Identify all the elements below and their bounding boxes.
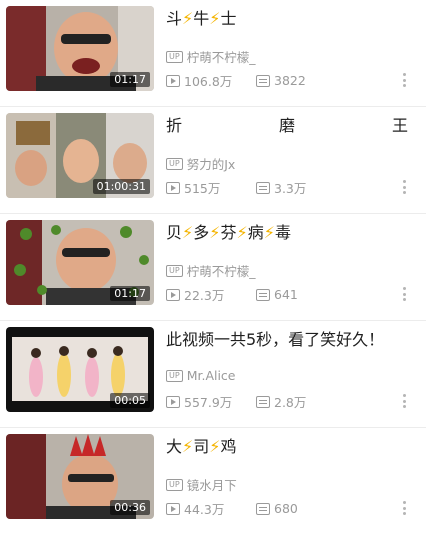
lightning-icon: ⚡ — [209, 9, 221, 28]
up-badge-icon: UP — [166, 478, 183, 491]
duration-label: 00:36 — [110, 500, 150, 515]
danmaku-icon — [256, 502, 270, 515]
play-count-icon — [166, 288, 180, 301]
video-title[interactable]: 斗⚡牛⚡士 — [166, 8, 414, 30]
video-title[interactable]: 贝⚡多⚡芬⚡病⚡毒 — [166, 222, 414, 244]
play-count-icon — [166, 502, 180, 515]
more-options-icon[interactable] — [402, 287, 406, 301]
stats-row: 22.3万 641 — [166, 285, 410, 304]
uploader-row[interactable]: UP 镜水月下 — [166, 475, 237, 494]
lightning-icon: ⚡ — [236, 223, 248, 242]
uploader-name: 柠萌不柠檬_ — [186, 50, 256, 65]
view-count: 44.3万 — [166, 499, 256, 518]
up-badge-icon: UP — [166, 369, 183, 382]
uploader-row[interactable]: UP 努力的Jx — [166, 154, 235, 173]
view-count: 106.8万 — [166, 71, 256, 90]
lightning-icon: ⚡ — [182, 437, 194, 456]
lightning-icon: ⚡ — [263, 223, 275, 242]
uploader-row[interactable]: UP Mr.Alice — [166, 368, 236, 383]
uploader-row[interactable]: UP 柠萌不柠檬_ — [166, 47, 255, 66]
uploader-name: 镜水月下 — [186, 478, 237, 493]
lightning-icon: ⚡ — [209, 437, 221, 456]
danmaku-icon — [256, 395, 270, 408]
more-options-icon[interactable] — [402, 394, 406, 408]
stats-row: 557.9万 2.8万 — [166, 392, 410, 411]
video-title[interactable]: 此视频一共5秒，看了笑好久！ — [166, 329, 414, 351]
video-thumbnail[interactable]: 00:36 — [6, 434, 154, 519]
video-card[interactable]: 01:00:31 折 磨 王 UP 努力的Jx 515万 3.3万 — [0, 107, 426, 214]
up-badge-icon: UP — [166, 264, 183, 277]
more-options-icon[interactable] — [402, 73, 406, 87]
uploader-name: 努力的Jx — [186, 157, 236, 172]
play-count-icon — [166, 395, 180, 408]
danmaku-count: 2.8万 — [256, 392, 306, 411]
more-options-icon[interactable] — [402, 180, 406, 194]
uploader-name: 柠萌不柠檬_ — [186, 264, 256, 279]
duration-label: 01:00:31 — [92, 179, 150, 194]
video-thumbnail[interactable]: 01:00:31 — [6, 113, 154, 198]
lightning-icon: ⚡ — [182, 223, 194, 242]
danmaku-count: 680 — [256, 501, 298, 516]
danmaku-icon — [256, 181, 270, 194]
video-card[interactable]: 00:36 大⚡司⚡鸡 UP 镜水月下 44.3万 680 — [0, 428, 426, 534]
up-badge-icon: UP — [166, 157, 183, 170]
view-count: 557.9万 — [166, 392, 256, 411]
duration-label: 00:05 — [110, 393, 150, 408]
stats-row: 44.3万 680 — [166, 499, 410, 518]
danmaku-count: 3.3万 — [256, 178, 306, 197]
video-card[interactable]: 01:17 贝⚡多⚡芬⚡病⚡毒 UP 柠萌不柠檬_ 22.3万 641 — [0, 214, 426, 321]
video-title[interactable]: 大⚡司⚡鸡 — [166, 436, 414, 458]
play-count-icon — [166, 74, 180, 87]
stats-row: 106.8万 3822 — [166, 71, 410, 90]
danmaku-count: 641 — [256, 287, 298, 302]
play-count-icon — [166, 181, 180, 194]
uploader-row[interactable]: UP 柠萌不柠檬_ — [166, 261, 255, 280]
stats-row: 515万 3.3万 — [166, 178, 410, 197]
lightning-icon: ⚡ — [209, 223, 221, 242]
danmaku-count: 3822 — [256, 73, 306, 88]
view-count: 515万 — [166, 178, 256, 197]
danmaku-icon — [256, 288, 270, 301]
lightning-icon: ⚡ — [182, 9, 194, 28]
video-thumbnail[interactable]: 00:05 — [6, 327, 154, 412]
video-feed: 01:17 斗⚡牛⚡士 UP 柠萌不柠檬_ 106.8万 3822 01:00:… — [0, 0, 426, 534]
video-card[interactable]: 01:17 斗⚡牛⚡士 UP 柠萌不柠檬_ 106.8万 3822 — [0, 0, 426, 107]
video-card[interactable]: 00:05 此视频一共5秒，看了笑好久！ UP Mr.Alice 557.9万 … — [0, 321, 426, 428]
danmaku-icon — [256, 74, 270, 87]
duration-label: 01:17 — [110, 286, 150, 301]
video-title[interactable]: 折 磨 王 — [166, 115, 408, 137]
up-badge-icon: UP — [166, 50, 183, 63]
uploader-name: Mr.Alice — [186, 368, 236, 383]
duration-label: 01:17 — [110, 72, 150, 87]
more-options-icon[interactable] — [402, 501, 406, 515]
video-thumbnail[interactable]: 01:17 — [6, 6, 154, 91]
view-count: 22.3万 — [166, 285, 256, 304]
video-thumbnail[interactable]: 01:17 — [6, 220, 154, 305]
